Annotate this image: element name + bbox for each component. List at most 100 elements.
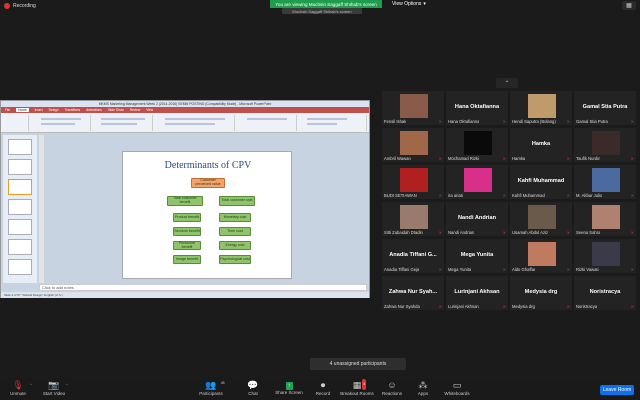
participant-tile[interactable]: Fensil Ishak ✕ [382, 91, 444, 125]
participant-tile[interactable]: Zahwa Nur Syah... Zahwa Nur Syahda ✕ [382, 276, 444, 310]
recording-dot-icon [4, 3, 10, 9]
slide-thumbnail[interactable] [8, 219, 32, 235]
participant-tile[interactable]: Ambril Wawan ✕ [382, 128, 444, 162]
ribbon-control[interactable] [307, 118, 347, 120]
participant-display-name: Noristracya [589, 289, 621, 295]
slide-thumbnail[interactable] [8, 139, 32, 155]
recording-indicator[interactable]: Recording [4, 3, 36, 9]
participant-tile[interactable]: Hana Oktafianna Hana Oktafianna ✕ [446, 91, 508, 125]
participant-display-name: Anadia Tiffani G... [389, 252, 437, 258]
start-video-button[interactable]: 📷 Start Video [34, 380, 74, 396]
participant-display-name: Zahwa Nur Syah... [388, 289, 438, 295]
participant-tile[interactable]: Gamal Stia Putra Gamal Stia Putra ✕ [574, 91, 636, 125]
view-options-button[interactable]: View Options ▾ [392, 1, 426, 7]
slide-thumbnail[interactable] [8, 179, 32, 195]
participant-tile[interactable]: Sitti Zubaidah Dtadin ✕ [382, 202, 444, 236]
ppt-tab[interactable]: Animations [86, 108, 102, 112]
reactions-label: Reactions [381, 391, 402, 396]
ribbon-control[interactable] [307, 123, 337, 125]
ribbon-control[interactable] [101, 123, 137, 125]
participant-display-name: Medysia drg [524, 289, 558, 295]
participant-display-name: Lurinjani Akhsan [454, 289, 500, 295]
participant-tile[interactable]: Anadia Tiffani G... Anadia Tiffani Geja ✕ [382, 239, 444, 273]
chevron-up-icon[interactable]: ^ [66, 382, 68, 387]
chevron-up-icon[interactable]: ^ [30, 382, 32, 387]
participant-tile[interactable]: Medysia drg Medysia drg ✕ [510, 276, 572, 310]
participant-name: Sitti Zubaidah Dtadin [384, 230, 423, 235]
leave-room-button[interactable]: Leave Room [600, 385, 634, 395]
participant-tile[interactable]: M. Akbar Julio ✕ [574, 165, 636, 199]
unassigned-participants-badge[interactable]: 4 unassigned participants [310, 358, 406, 370]
microphone-muted-icon: 🎙 [12, 380, 24, 390]
participant-name: Usamah Abdul Aziz [512, 230, 549, 235]
participant-tile[interactable]: Usamah Abdul Aziz ✕ [510, 202, 572, 236]
muted-mic-icon: ✕ [630, 267, 634, 272]
ribbon-control[interactable] [165, 118, 225, 120]
muted-mic-icon: ✕ [438, 193, 442, 198]
breakout-rooms-button[interactable]: ▦ 4 Breakout Rooms [337, 379, 377, 396]
ppt-tab[interactable]: View [146, 108, 153, 112]
thumbnail-scrollbar[interactable] [39, 135, 44, 283]
participants-button[interactable]: 👥 45 Participants [191, 380, 231, 396]
ribbon-control[interactable] [247, 118, 287, 120]
participant-tile[interactable]: Aldo Ghaffar ✕ [510, 239, 572, 273]
muted-mic-icon: ✕ [630, 230, 634, 235]
muted-mic-icon: ✕ [502, 156, 506, 161]
slide-thumbnail[interactable] [8, 199, 32, 215]
chat-button[interactable]: 💬 Chat [233, 380, 273, 396]
participant-tile[interactable]: Kahfi Muhammad Kahfi Muhammad ✕ [510, 165, 572, 199]
cpv-benefit-box: Image benefit [173, 255, 201, 264]
muted-mic-icon: ✕ [438, 156, 442, 161]
cpv-benefit-box: Total customer benefit [167, 196, 203, 206]
muted-mic-icon: ✕ [566, 230, 570, 235]
participant-name: Hamka [512, 156, 526, 161]
breakout-rooms-label: Breakout Rooms [340, 391, 374, 396]
participant-video [400, 168, 428, 192]
participant-tile[interactable]: Lurinjani Akhsan Lurinjani Akhsan ✕ [446, 276, 508, 310]
ppt-ribbon [1, 113, 369, 133]
ribbon-control[interactable] [101, 118, 145, 120]
participant-video [464, 131, 492, 155]
participant-name: ira ariati [448, 193, 463, 198]
whiteboards-button[interactable]: ▭ Whiteboards [437, 380, 477, 396]
unmute-button[interactable]: 🎙 Unmute [0, 380, 38, 396]
ppt-tab[interactable]: Home [16, 108, 29, 112]
participant-video [528, 94, 556, 118]
participant-tile[interactable]: Rizki Vawati ✕ [574, 239, 636, 273]
chat-icon: 💬 [247, 380, 259, 390]
participant-tile[interactable]: Mochamad Rizki ✕ [446, 128, 508, 162]
gallery-view-icon[interactable]: ▦ [622, 1, 636, 10]
ribbon-control[interactable] [41, 123, 75, 125]
muted-mic-icon: ✕ [566, 193, 570, 198]
ppt-tab[interactable]: Slide Show [108, 108, 124, 112]
slide-thumbnail[interactable] [8, 159, 32, 175]
participant-tile[interactable]: Mega Yunita Mega Yunita ✕ [446, 239, 508, 273]
ribbon-control[interactable] [165, 123, 215, 125]
muted-mic-icon: ✕ [630, 193, 634, 198]
ppt-tab[interactable]: File [5, 108, 10, 112]
participant-tile[interactable]: BUDI SETIAWAN ✕ [382, 165, 444, 199]
participant-name: Mega Yunita [448, 267, 472, 272]
participant-name: Mochamad Rizki [448, 156, 479, 161]
participant-tile[interactable]: Noristracya Noristracya ✕ [574, 276, 636, 310]
participant-name: Lurinjani Akhsan [448, 304, 479, 309]
ppt-tab[interactable]: Design [49, 108, 59, 112]
participant-tile[interactable]: Taufik Nurdin ✕ [574, 128, 636, 162]
ppt-tab[interactable]: Transitions [65, 108, 80, 112]
slide-thumbnail[interactable] [8, 239, 32, 255]
current-slide[interactable]: Determinants of CPV Customer perceived v… [122, 151, 292, 279]
participant-tile[interactable]: Seena Sahra ✕ [574, 202, 636, 236]
notes-pane[interactable]: Click to add notes [39, 284, 367, 291]
slide-thumbnail[interactable] [8, 259, 32, 275]
participant-tile[interactable]: Hendi Saputra (Bolang) ✕ [510, 91, 572, 125]
ribbon-control[interactable] [41, 118, 81, 120]
participant-name: Nandi Andrian [448, 230, 475, 235]
ppt-tab[interactable]: Insert [35, 108, 43, 112]
participant-video [400, 131, 428, 155]
participant-tile[interactable]: ira ariati ✕ [446, 165, 508, 199]
participant-tile[interactable]: Hamka Hamka ✕ [510, 128, 572, 162]
ppt-tab[interactable]: Review [130, 108, 140, 112]
viewing-screen-banner: You are viewing Muchsin Saggaff Shihab's… [270, 0, 382, 8]
participant-tile[interactable]: Nandi Andrian Nandi Andrian ✕ [446, 202, 508, 236]
collapse-arrow-icon[interactable]: ⌃ [496, 78, 518, 88]
